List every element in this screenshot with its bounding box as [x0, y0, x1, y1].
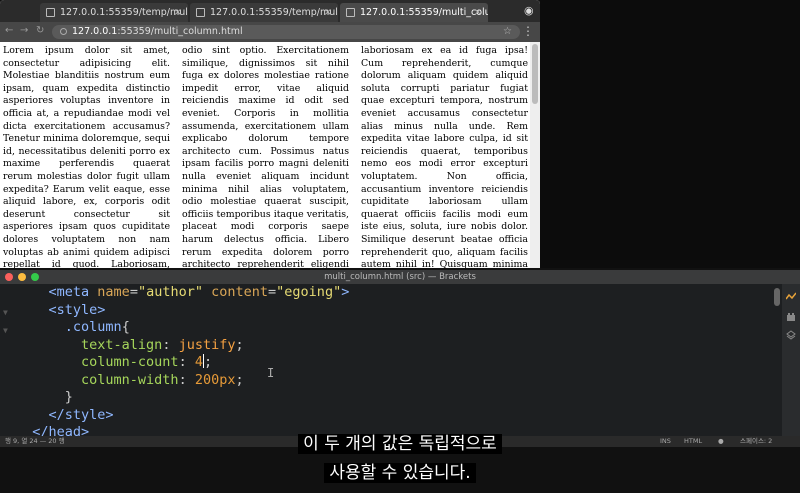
live-preview-icon[interactable]	[786, 292, 796, 302]
tab-1[interactable]: 127.0.0.1:55359/temp/multi_ ×	[40, 3, 188, 22]
reload-icon[interactable]: ↻	[36, 25, 44, 36]
close-icon[interactable]: ×	[324, 3, 332, 22]
desktop-background: ◉	[524, 0, 800, 268]
tab-title: 127.0.0.1:55359/temp/multi_	[210, 7, 338, 18]
subtitle-line-1: 이 두 개의 값은 독립적으로	[298, 434, 502, 454]
code-token: 4	[194, 354, 203, 370]
code-token: {	[121, 319, 130, 335]
tab-bar: 127.0.0.1:55359/temp/multi_ × 127.0.0.1:…	[0, 0, 540, 22]
tab-title: 127.0.0.1:55359/multi_colum	[360, 7, 488, 18]
menu-icon[interactable]: ⋮	[522, 24, 534, 38]
code-token: text-align	[81, 336, 163, 353]
user-icon: ◉	[524, 4, 534, 17]
layers-icon[interactable]	[786, 330, 796, 340]
tab-title: 127.0.0.1:55359/temp/multi_	[60, 7, 188, 18]
code-token: 200px	[194, 371, 236, 388]
code-token: name	[97, 284, 130, 300]
code-line[interactable]: <meta name="author" content="egoing">	[0, 284, 770, 302]
code-line[interactable]: column-count: 4;	[0, 354, 770, 372]
info-icon[interactable]	[60, 28, 67, 35]
code-token: ;	[235, 371, 244, 388]
subtitle-caption: 이 두 개의 값은 독립적으로 사용할 수 있습니다.	[0, 430, 800, 488]
url-field[interactable]: 127.0.0.1:55359/multi_column.html ☆	[52, 25, 520, 39]
code-token: =	[129, 284, 138, 300]
code-token: >	[341, 284, 350, 300]
right-toolbar	[782, 284, 800, 437]
code-token: ;	[235, 336, 244, 353]
multi-column-text: Lorem ipsum dolor sit amet, consectetur …	[3, 45, 528, 268]
code-token: "egoing"	[276, 284, 342, 300]
code-line[interactable]: column-width: 200px;	[0, 372, 770, 390]
code-line[interactable]: }	[0, 389, 770, 407]
code-token: :	[178, 354, 195, 370]
code-token: <meta	[48, 284, 98, 300]
code-token: justify	[178, 336, 236, 353]
code-line[interactable]: <style>	[0, 302, 770, 320]
code-token: </style>	[48, 406, 114, 423]
tab-3-active[interactable]: 127.0.0.1:55359/multi_colum ×	[340, 3, 488, 22]
code-token: .column	[64, 319, 122, 335]
page-scrollbar[interactable]	[530, 42, 540, 268]
close-icon[interactable]: ×	[174, 3, 182, 22]
url-path: :55359/multi_column.html	[117, 26, 243, 37]
page-icon	[196, 8, 205, 17]
code-line[interactable]: .column{	[0, 319, 770, 337]
browser-window: 127.0.0.1:55359/temp/multi_ × 127.0.0.1:…	[0, 0, 540, 268]
back-icon[interactable]: ←	[5, 25, 13, 36]
code-token: =	[268, 284, 277, 300]
code-token: column-width	[81, 371, 179, 388]
code-token: ;	[203, 354, 213, 370]
text-cursor-icon: I	[267, 366, 275, 380]
close-icon[interactable]: ×	[474, 3, 482, 22]
page-icon	[46, 8, 55, 17]
code-token: content	[211, 284, 269, 300]
code-token: <style>	[48, 301, 106, 318]
url-host: 127.0.0.1	[72, 26, 118, 37]
code-token: column-count	[81, 354, 179, 370]
code-line[interactable]: text-align: justify;	[0, 337, 770, 355]
fold-arrow-icon[interactable]: ▼	[3, 304, 8, 322]
editor-title: multi_column.html (src) — Brackets	[324, 272, 476, 282]
extension-manager-icon[interactable]	[786, 312, 796, 322]
editor-titlebar: multi_column.html (src) — Brackets	[0, 270, 800, 284]
star-icon[interactable]: ☆	[503, 25, 512, 39]
fold-arrow-icon[interactable]: ▼	[3, 322, 8, 340]
code-token: :	[162, 336, 179, 353]
code-token: "author"	[137, 284, 203, 300]
scrollbar-thumb[interactable]	[532, 44, 538, 104]
code-token: }	[64, 389, 73, 405]
code-token: :	[178, 371, 195, 388]
code-area[interactable]: ▼ ▼ <meta name="author" content="egoing"…	[0, 284, 770, 440]
page-icon	[346, 8, 355, 17]
address-bar: ← → ↻ 127.0.0.1:55359/multi_column.html …	[0, 22, 540, 42]
tab-2[interactable]: 127.0.0.1:55359/temp/multi_ ×	[190, 3, 338, 22]
subtitle-line-2: 사용할 수 있습니다.	[324, 463, 476, 483]
editor-scrollbar[interactable]	[774, 288, 780, 306]
forward-icon[interactable]: →	[20, 25, 28, 36]
code-line[interactable]: </style>	[0, 407, 770, 425]
page-content: Lorem ipsum dolor sit amet, consectetur …	[0, 42, 530, 268]
